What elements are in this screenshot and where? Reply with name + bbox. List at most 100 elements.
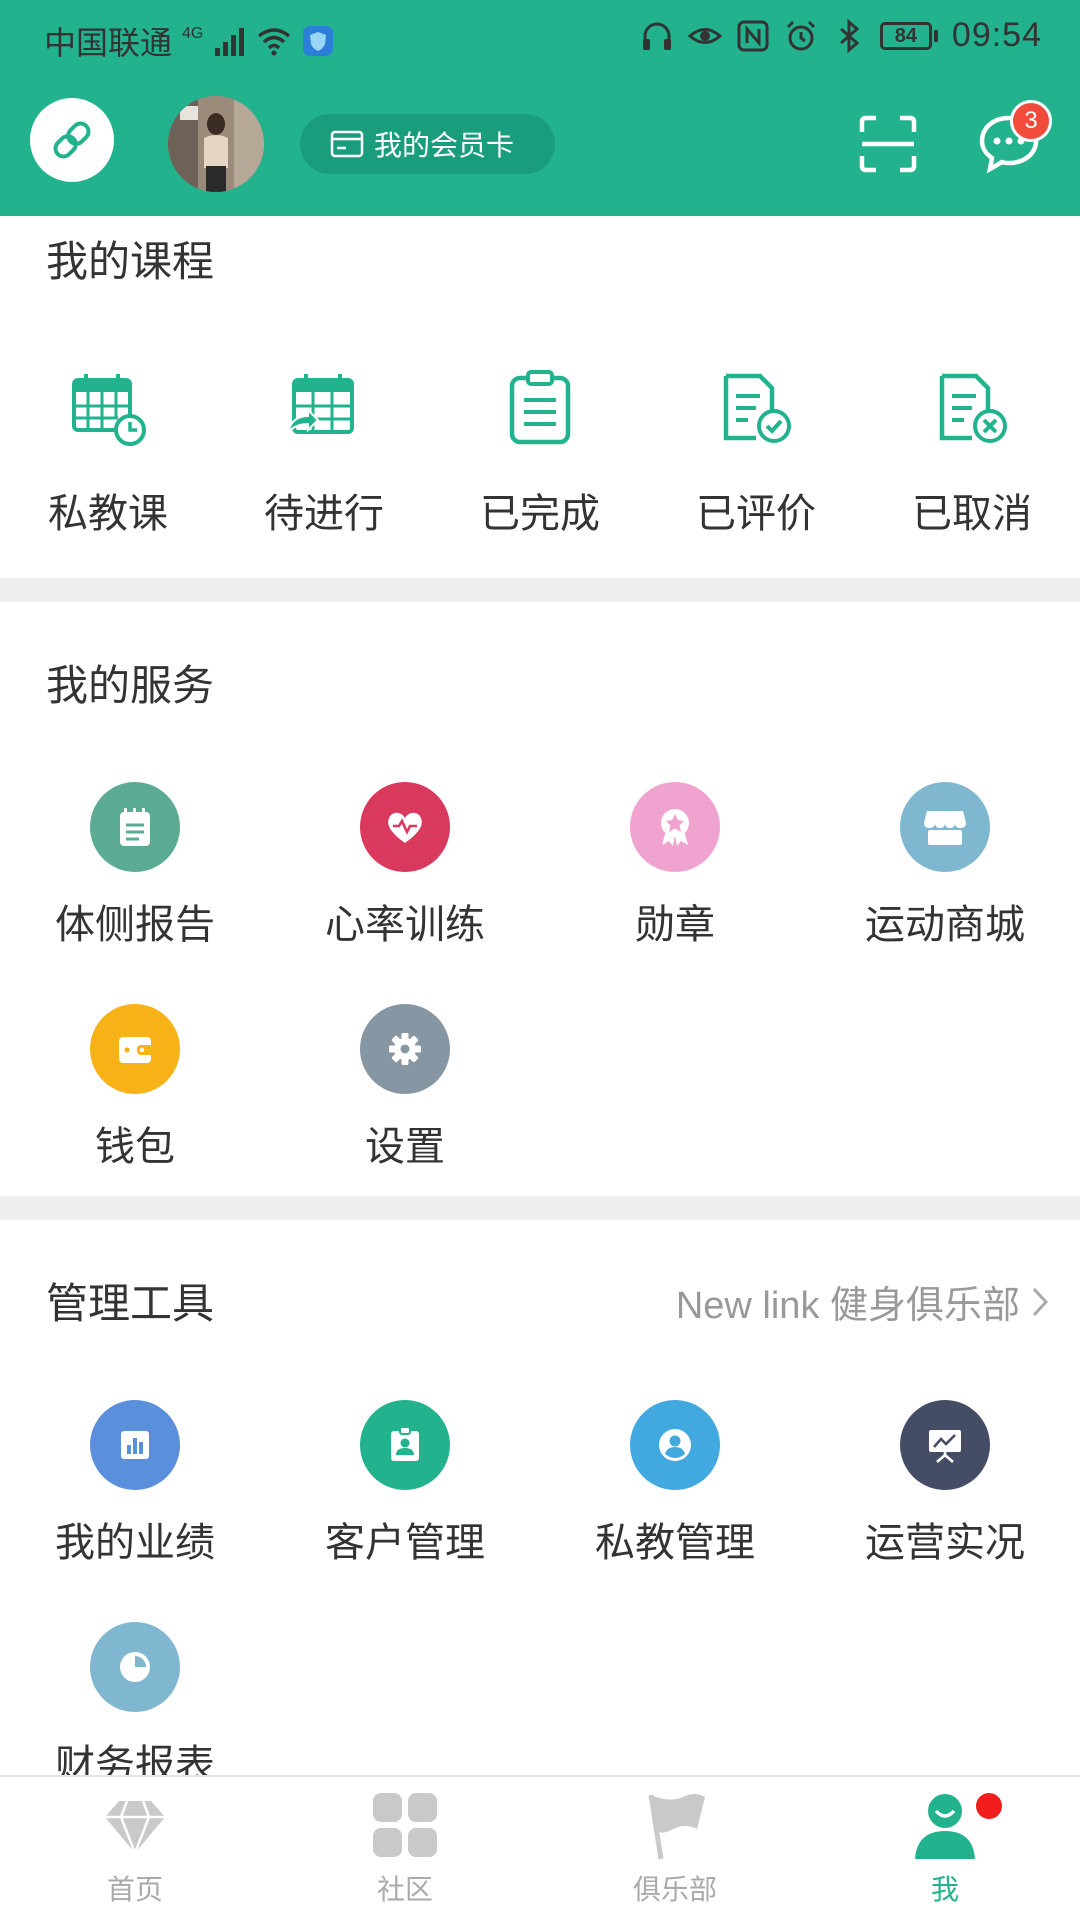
diamond-icon (105, 1800, 165, 1857)
tool-customer-management[interactable]: 客户管理 (285, 1400, 525, 1568)
course-pending[interactable]: 待进行 (234, 368, 414, 539)
tool-my-performance[interactable]: 我的业绩 (15, 1400, 255, 1568)
heart-pulse-icon (388, 812, 422, 843)
clock: 09:54 (951, 16, 1042, 54)
link-button[interactable] (30, 98, 114, 182)
nav-community[interactable]: 社区 (270, 1789, 540, 1908)
course-label: 待进行 (264, 492, 384, 536)
member-card-button[interactable]: 我的会员卡 (300, 114, 555, 174)
course-rated[interactable]: 已评价 (666, 368, 846, 539)
services-section: 我的服务 体侧报告 心率训练 勋章 运动商城 钱包 设置 (0, 602, 1080, 1196)
carrier-label: 中国联通 (44, 25, 173, 61)
nav-label: 俱乐部 (632, 1874, 717, 1905)
nfc-icon (737, 20, 769, 51)
avatar-photo (168, 96, 264, 192)
signal-icon (215, 28, 245, 56)
wifi-icon (258, 28, 291, 56)
shield-icon (303, 26, 334, 56)
service-settings[interactable]: 设置 (285, 1004, 525, 1172)
user-circle-icon (659, 1429, 691, 1461)
service-label: 体侧报告 (55, 903, 215, 947)
tool-financial-report[interactable]: 财务报表 (15, 1622, 255, 1775)
tool-label: 运营实况 (865, 1521, 1025, 1565)
calendar-clock-icon (72, 374, 146, 446)
course-completed[interactable]: 已完成 (450, 368, 630, 539)
service-sports-mall[interactable]: 运动商城 (825, 782, 1065, 950)
section-divider (0, 578, 1080, 602)
service-label: 心率训练 (325, 903, 485, 947)
service-label: 设置 (365, 1125, 445, 1169)
tool-icon-bg (360, 1400, 450, 1490)
wallet-icon (119, 1037, 153, 1063)
headphones-icon (642, 22, 671, 50)
eye-icon (687, 27, 722, 44)
section-divider (0, 1196, 1080, 1220)
nav-label: 社区 (376, 1874, 433, 1905)
person-icon (915, 1794, 975, 1859)
scan-icon[interactable] (858, 114, 918, 174)
tool-icon-bg (90, 1622, 180, 1712)
profile-bar: 我的会员卡 3 (0, 76, 1080, 216)
notification-dot (976, 1793, 1002, 1819)
service-icon-bg (900, 782, 990, 872)
message-badge: 3 (1010, 100, 1052, 142)
gear-icon (389, 1033, 421, 1065)
tool-icon-bg (630, 1400, 720, 1490)
club-link[interactable]: New link 健身俱乐部 (676, 1274, 1050, 1329)
tools-title: 管理工具 (46, 1280, 215, 1327)
service-icon-bg (360, 782, 450, 872)
service-label: 运动商城 (865, 903, 1025, 947)
nav-home[interactable]: 首页 (0, 1789, 270, 1908)
chevron-right-icon (1032, 1287, 1049, 1316)
app-header: 中国联通 4G 84 09:54 我的会员卡 3 (0, 0, 1080, 216)
tool-operations-live[interactable]: 运营实况 (825, 1400, 1065, 1568)
tool-trainer-management[interactable]: 私教管理 (555, 1400, 795, 1568)
tool-label: 客户管理 (325, 1521, 485, 1565)
bottom-nav: 首页 社区 俱乐部 我 (0, 1775, 1080, 1920)
card-icon (330, 130, 364, 158)
tools-section: 管理工具 New link 健身俱乐部 我的业绩 客户管理 私教管理 运营实况 … (0, 1220, 1080, 1775)
service-icon-bg (360, 1004, 450, 1094)
course-label: 已评价 (696, 492, 816, 536)
tool-label: 私教管理 (595, 1521, 755, 1565)
nav-club[interactable]: 俱乐部 (540, 1789, 810, 1908)
member-card-label: 我的会员卡 (374, 130, 515, 161)
nav-me[interactable]: 我 (810, 1789, 1080, 1908)
link-icon (53, 121, 91, 159)
flag-icon (648, 1794, 705, 1860)
tool-label: 我的业绩 (55, 1521, 215, 1565)
status-bar: 中国联通 4G 84 09:54 (0, 0, 1080, 76)
service-icon-bg (90, 1004, 180, 1094)
service-heart-rate[interactable]: 心率训练 (285, 782, 525, 950)
service-medal[interactable]: 勋章 (555, 782, 795, 950)
medal-icon (661, 809, 689, 846)
service-label: 勋章 (635, 903, 715, 947)
services-title: 我的服务 (46, 662, 215, 709)
grid-icon (373, 1793, 437, 1857)
course-label: 已完成 (480, 492, 600, 536)
courses-title: 我的课程 (46, 238, 215, 285)
tool-label: 财务报表 (55, 1743, 215, 1775)
course-cancelled[interactable]: 已取消 (882, 368, 1062, 539)
courses-section: 我的课程 私教课 待进行 已完成 已评价 已取消 (0, 216, 1080, 578)
clipboard-list-icon (509, 370, 571, 445)
alarm-icon (786, 20, 815, 50)
course-private[interactable]: 私教课 (18, 368, 198, 539)
presentation-icon (929, 1430, 961, 1463)
service-icon-bg (90, 782, 180, 872)
shop-icon (924, 811, 966, 845)
avatar[interactable] (168, 96, 264, 192)
service-icon-bg (630, 782, 720, 872)
tool-icon-bg (900, 1400, 990, 1490)
service-label: 钱包 (95, 1125, 175, 1169)
nav-label: 首页 (106, 1874, 163, 1905)
course-label: 私教课 (48, 492, 168, 536)
club-link-label: New link 健身俱乐部 (675, 1285, 1020, 1327)
service-wallet[interactable]: 钱包 (15, 1004, 255, 1172)
course-label: 已取消 (912, 492, 1032, 536)
battery-level: 84 (879, 21, 932, 50)
bar-chart-icon (121, 1431, 149, 1459)
service-body-report[interactable]: 体侧报告 (15, 782, 255, 950)
notepad-icon (120, 808, 150, 846)
battery-indicator: 84 (879, 21, 938, 50)
